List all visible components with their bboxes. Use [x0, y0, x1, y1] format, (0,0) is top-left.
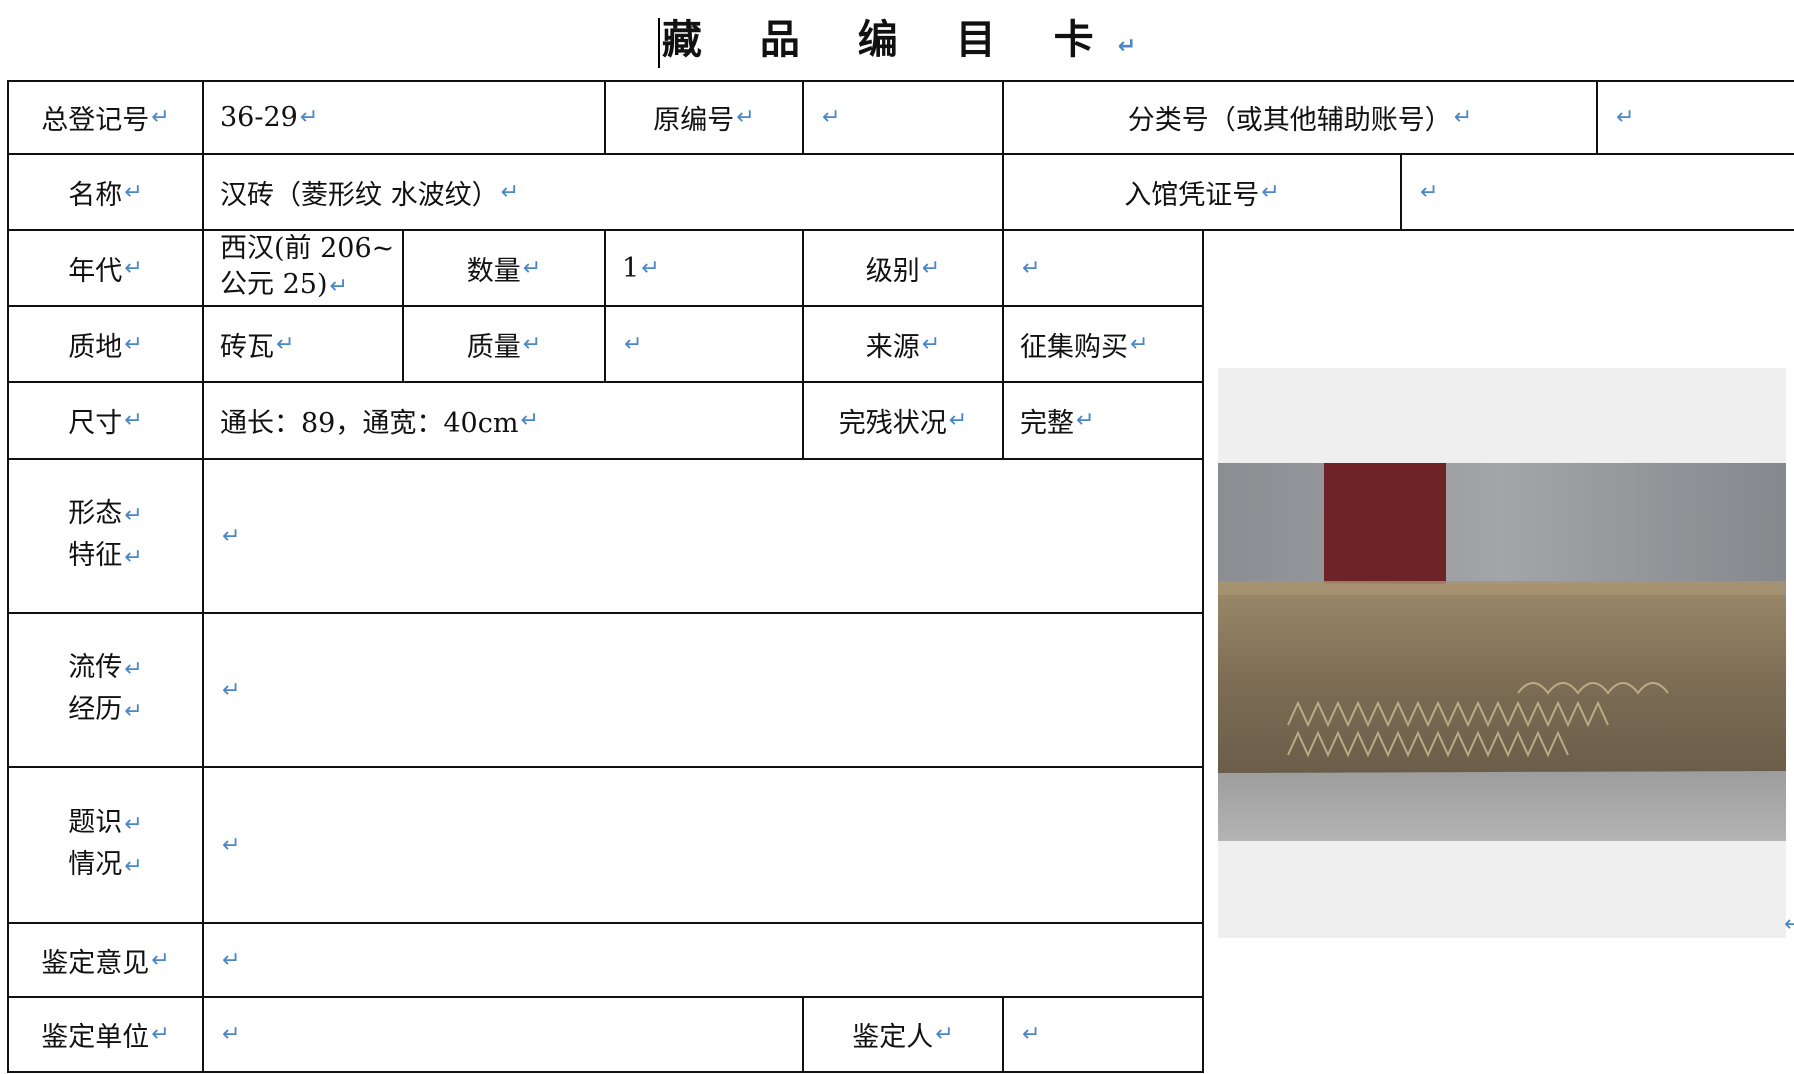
- return-mark-icon: ↵: [124, 331, 143, 357]
- return-mark-icon: ↵: [921, 331, 941, 357]
- return-mark-icon: ↵: [222, 523, 241, 549]
- return-mark-icon: ↵: [124, 812, 143, 837]
- provenance-field[interactable]: ↵: [204, 614, 1202, 766]
- return-mark-icon: ↵: [151, 947, 170, 973]
- inscription-label: 题识↵ 情况↵: [68, 807, 143, 880]
- return-mark-icon: ↵: [822, 105, 841, 130]
- return-mark-icon: ↵: [935, 1022, 954, 1047]
- return-mark-icon: ↵: [1784, 912, 1794, 937]
- return-mark-icon: ↵: [522, 331, 542, 357]
- return-mark-icon: ↵: [520, 408, 539, 433]
- return-mark-icon: ↵: [948, 408, 968, 433]
- return-mark-icon: ↵: [921, 255, 941, 281]
- mass-field[interactable]: ↵: [606, 307, 802, 381]
- appraisal-unit-label: 鉴定单位 ↵: [41, 1022, 170, 1053]
- source-label: 来源 ↵: [865, 331, 941, 363]
- card-title-text: 藏 品 编 目 卡: [661, 16, 1116, 63]
- quantity-label: 数量 ↵: [466, 255, 542, 287]
- return-mark-icon: ↵: [736, 105, 755, 130]
- entry-voucher-no-field[interactable]: ↵: [1402, 155, 1794, 229]
- era-label: 年代 ↵: [68, 255, 143, 287]
- return-mark-icon: ↵: [222, 677, 241, 703]
- return-mark-icon: ↵: [124, 545, 143, 570]
- return-mark-icon: ↵: [624, 331, 643, 357]
- return-mark-icon: ↵: [124, 503, 143, 528]
- entry-voucher-no-label: 入馆凭证号 ↵: [1124, 179, 1280, 211]
- return-mark-icon: ↵: [1420, 179, 1439, 205]
- text-cursor: [657, 18, 660, 68]
- form-field[interactable]: ↵: [204, 460, 1202, 612]
- return-mark-icon: ↵: [151, 1022, 170, 1047]
- return-mark-icon: ↵: [124, 408, 143, 433]
- return-mark-icon: ↵: [222, 1022, 241, 1047]
- artifact-photo[interactable]: [1218, 463, 1786, 841]
- appraiser-field[interactable]: ↵: [1004, 998, 1202, 1071]
- return-mark-icon: ↵: [1130, 331, 1149, 357]
- return-mark-icon: ↵: [500, 179, 520, 205]
- return-mark-icon: ↵: [1453, 105, 1473, 130]
- return-mark-icon: ↵: [124, 699, 143, 724]
- inscription-field[interactable]: ↵: [204, 768, 1202, 922]
- return-mark-icon: ↵: [124, 854, 143, 879]
- return-mark-icon: ↵: [1022, 255, 1041, 281]
- return-mark-icon: ↵: [276, 331, 295, 357]
- quantity-field[interactable]: 1 ↵: [606, 231, 802, 305]
- return-mark-icon: ↵: [124, 657, 143, 682]
- return-mark-icon: ↵: [222, 947, 241, 973]
- brick-photo-image: [1218, 463, 1786, 841]
- grade-label: 级别 ↵: [865, 255, 941, 287]
- total-reg-no-label: 总登记号 ↵: [41, 105, 170, 136]
- total-reg-no-field[interactable]: 36-29 ↵: [204, 82, 604, 153]
- grade-field[interactable]: ↵: [1004, 231, 1202, 305]
- condition-field[interactable]: 完整 ↵: [1004, 383, 1202, 458]
- original-no-label: 原编号 ↵: [653, 105, 755, 136]
- return-mark-icon: ↵: [1616, 105, 1635, 130]
- appraisal-unit-field[interactable]: ↵: [204, 998, 802, 1071]
- return-mark-icon: ↵: [124, 179, 143, 205]
- mass-label: 质量 ↵: [466, 331, 542, 363]
- material-label: 质地 ↵: [68, 331, 143, 363]
- size-label: 尺寸 ↵: [68, 408, 143, 439]
- era-field[interactable]: 西汉(前 206~ 公元 25)↵: [204, 231, 402, 305]
- class-no-label: 分类号（或其他辅助账号） ↵: [1127, 105, 1473, 136]
- return-mark-icon: ↵: [1261, 179, 1280, 205]
- grid-line: [1202, 229, 1204, 1073]
- return-mark-icon: ↵: [1117, 34, 1137, 59]
- return-mark-icon: ↵: [1076, 408, 1095, 433]
- form-label: 形态↵ 特征↵: [68, 498, 143, 571]
- material-field[interactable]: 砖瓦 ↵: [204, 307, 402, 381]
- return-mark-icon: ↵: [641, 255, 660, 281]
- name-field[interactable]: 汉砖（菱形纹 水波纹） ↵: [204, 155, 1002, 229]
- return-mark-icon: ↵: [124, 255, 143, 281]
- original-no-field[interactable]: ↵: [804, 82, 1002, 153]
- return-mark-icon: ↵: [151, 105, 170, 130]
- grid-line: [7, 1071, 1204, 1073]
- condition-label: 完残状况 ↵: [838, 408, 968, 439]
- return-mark-icon: ↵: [1022, 1022, 1041, 1047]
- return-mark-icon: ↵: [299, 105, 319, 130]
- appraisal-opinion-label: 鉴定意见 ↵: [41, 947, 170, 979]
- source-field[interactable]: 征集购买 ↵: [1004, 307, 1202, 381]
- provenance-label: 流传↵ 经历↵: [68, 652, 143, 725]
- size-field[interactable]: 通长：89，通宽：40cm ↵: [204, 383, 802, 458]
- return-mark-icon: ↵: [522, 255, 542, 281]
- class-no-field[interactable]: ↵: [1598, 82, 1794, 153]
- appraisal-opinion-field[interactable]: ↵: [204, 924, 1202, 996]
- name-label: 名称 ↵: [68, 179, 143, 211]
- return-mark-icon: ↵: [329, 274, 348, 299]
- return-mark-icon: ↵: [222, 832, 241, 858]
- appraiser-label: 鉴定人 ↵: [852, 1022, 954, 1053]
- card-title: 藏 品 编 目 卡↵: [0, 0, 1794, 80]
